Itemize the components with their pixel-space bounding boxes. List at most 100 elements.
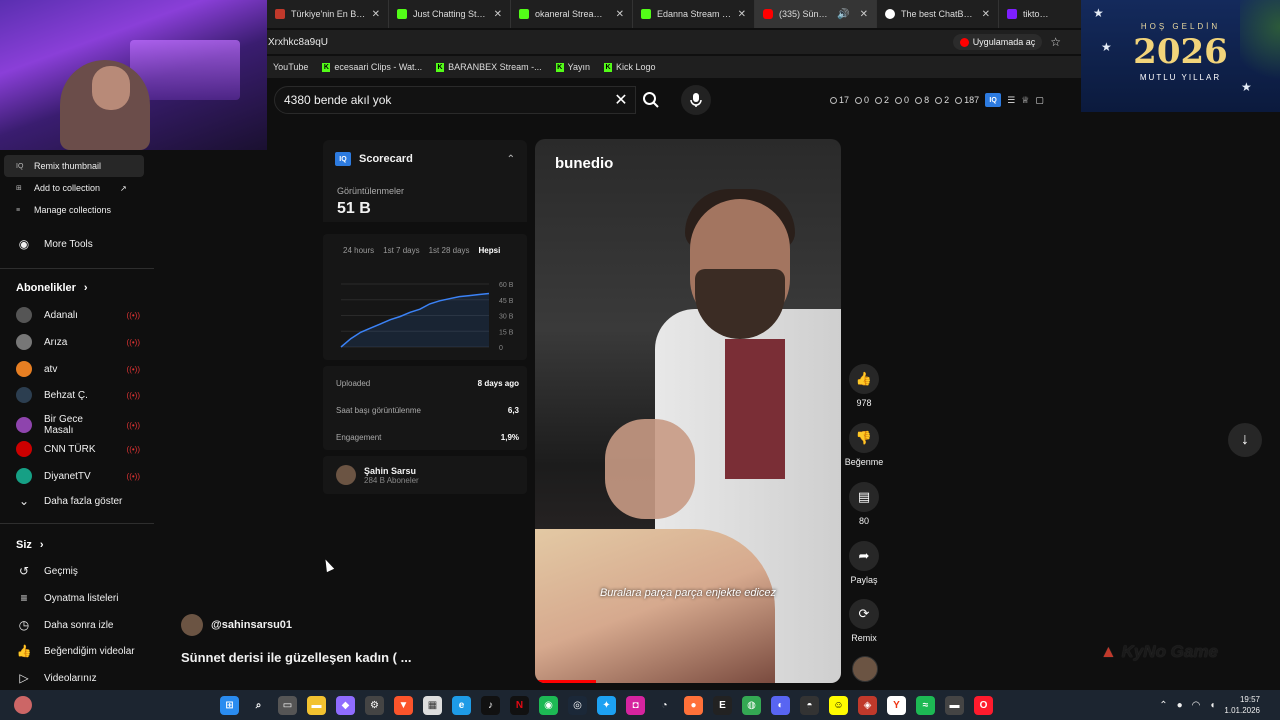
opera-icon[interactable]: O [974, 695, 993, 715]
open-in-app-button[interactable]: Uygulamada aç [952, 34, 1043, 50]
snapchat-icon[interactable]: ☺ [829, 695, 848, 715]
period-all[interactable]: Hepsi [479, 246, 501, 255]
scorecard-header[interactable]: IQ Scorecard ⌃ [323, 140, 527, 178]
channel-owner-row[interactable]: Şahin Sarsu 284 B Aboneler [323, 456, 527, 494]
discord-icon[interactable]: ◉ [539, 695, 558, 715]
period-28d[interactable]: 1st 28 days [429, 246, 470, 255]
chat-icon[interactable]: ▢ [1035, 95, 1044, 106]
copilot-icon[interactable]: ◆ [336, 695, 355, 715]
video-title[interactable]: Sünnet derisi ile güzelleşen kadın ( ... [181, 650, 411, 665]
window-icon[interactable]: ▬ [945, 695, 964, 715]
wifi-icon[interactable]: ◠ [1192, 700, 1201, 711]
trophy-icon[interactable]: ♕ [1021, 95, 1029, 106]
search-box[interactable]: ✕ [274, 86, 636, 114]
volume-icon[interactable]: ◖ [1209, 700, 1215, 711]
share-button[interactable]: ➦ Paylaş [843, 541, 885, 585]
close-icon[interactable]: ✕ [982, 9, 990, 20]
menu-lines-icon[interactable]: ☰ [1007, 95, 1015, 106]
browser-tab[interactable]: Türkiye'nin En Büyük ✕ [267, 0, 389, 28]
sidebar-item-subscription[interactable]: Arıza ((•)) [16, 334, 140, 350]
bookmark-item[interactable]: K Kick Logo [603, 62, 656, 72]
file-explorer-icon[interactable]: ▬ [307, 695, 326, 715]
spotify-icon[interactable]: ≈ [916, 695, 935, 715]
firefox-icon[interactable]: ● [684, 695, 703, 715]
address-bar[interactable]: Xrxhkc8a9qU Uygulamada aç ☆ [267, 30, 1081, 54]
instagram-icon[interactable]: ◘ [626, 695, 645, 715]
browser-tab[interactable]: The best ChatBot anc ✕ [877, 0, 999, 28]
brave-icon[interactable]: ▼ [394, 695, 413, 715]
browser-tab[interactable]: tiktok - Yahoo [999, 0, 1061, 28]
bookmark-item[interactable]: K BARANBEX Stream -... [436, 62, 542, 72]
netflix-icon[interactable]: N [510, 695, 529, 715]
epic-games-icon[interactable]: E [713, 695, 732, 715]
period-24h[interactable]: 24 hours [343, 246, 374, 255]
browser-tab[interactable]: Just Chatting Stream ✕ [389, 0, 511, 28]
video-progress-bar[interactable] [535, 680, 597, 683]
chrome-icon[interactable]: ◍ [742, 695, 761, 715]
subscriptions-heading[interactable]: Abonelikler › [16, 282, 88, 294]
chevron-up-icon[interactable]: ⌃ [507, 154, 515, 165]
you-heading[interactable]: Siz › [16, 539, 44, 551]
channel-avatar-button[interactable] [852, 656, 878, 682]
like-button[interactable]: 👍 978 [843, 364, 885, 408]
iq-extension-icon[interactable]: IQ [985, 93, 1002, 107]
period-7d[interactable]: 1st 7 days [383, 246, 419, 255]
browser-tab-active[interactable]: (335) Sünnet deri 🔊 ✕ [755, 0, 877, 28]
remix-button[interactable]: ⟳ Remix [843, 599, 885, 643]
bookmark-item[interactable]: K Yayın [555, 62, 590, 72]
edge-icon[interactable]: e [452, 695, 471, 715]
search-button[interactable] [636, 86, 666, 114]
sidebar-item-subscription[interactable]: Behzat Ç. ((•)) [16, 387, 140, 403]
sidebar-show-more[interactable]: ⌄ Daha fazla göster [16, 494, 140, 508]
sidebar-item-your-videos[interactable]: ▷ Videolarınız [16, 671, 140, 685]
steam-icon[interactable]: ◎ [568, 695, 587, 715]
sidebar-item-subscription[interactable]: atv ((•)) [16, 361, 140, 377]
url-text[interactable]: Xrxhkc8a9qU [267, 37, 953, 48]
speaker-icon[interactable]: 🔊 [837, 9, 849, 20]
clear-search-icon[interactable]: ✕ [607, 90, 635, 110]
bookmark-item[interactable]: Kecesaari Clips - Wat... [322, 62, 422, 72]
sidebar-item-subscription[interactable]: DiyanetTV ((•)) [16, 468, 140, 484]
sidebar-item-watch-later[interactable]: ◷ Daha sonra izle [16, 618, 140, 632]
tiktok-icon[interactable]: ♪ [481, 695, 500, 715]
comments-button[interactable]: ▤ 80 [843, 482, 885, 526]
windows-start-icon[interactable]: ⊞ [220, 695, 239, 715]
browser-tab[interactable]: Edanna Stream - Wat ✕ [633, 0, 755, 28]
chevron-up-icon[interactable]: ⌃ [1159, 700, 1167, 711]
dislike-button[interactable]: 👎 Beğenme [843, 423, 885, 467]
browser-tab[interactable]: okaneral Stream - Wa ✕ [511, 0, 633, 28]
close-icon[interactable]: ✕ [616, 9, 624, 20]
close-icon[interactable]: ✕ [372, 9, 380, 20]
shorts-video-player[interactable]: bunedio Buralara parça parça enjekte edi… [535, 139, 841, 683]
twitter-icon[interactable]: ✦ [597, 695, 616, 715]
menu-item-remix-thumbnail[interactable]: IQ Remix thumbnail [4, 155, 144, 177]
sidebar-item-liked-videos[interactable]: 👍 Beğendiğim videolar [16, 644, 140, 658]
github-icon[interactable]: ◓ [800, 695, 819, 715]
menu-item-manage-collections[interactable]: ≡ Manage collections [4, 199, 144, 221]
speedometer-icon[interactable]: ◔ [655, 696, 674, 715]
sidebar-item-subscription[interactable]: Bir Gece Masalı ((•)) [16, 414, 140, 436]
bookmark-item[interactable]: YouTube [273, 62, 308, 72]
store-icon[interactable]: ▦ [423, 695, 442, 715]
taskbar-avatar[interactable] [14, 696, 32, 714]
task-view-icon[interactable]: ▭ [278, 695, 297, 715]
bookmark-star-icon[interactable]: ☆ [1050, 35, 1061, 49]
system-clock[interactable]: 19:57 1.01.2026 [1224, 694, 1260, 716]
search-input[interactable] [284, 93, 607, 107]
discord-app-icon[interactable]: ◐ [771, 695, 790, 715]
sidebar-item-more-tools[interactable]: ◉ More Tools [16, 237, 140, 251]
yandex-icon[interactable]: Y [887, 695, 906, 715]
channel-handle-row[interactable]: @sahinsarsu01 [181, 614, 292, 636]
close-icon[interactable]: ✕ [860, 9, 868, 20]
shield-icon[interactable]: ◈ [858, 695, 877, 715]
voice-search-button[interactable] [681, 85, 711, 115]
sidebar-item-history[interactable]: ↺ Geçmiş [16, 564, 140, 578]
sidebar-item-playlists[interactable]: ≡ Oynatma listeleri [16, 591, 140, 605]
menu-item-add-to-collection[interactable]: ⊞ Add to collection ↗ [4, 177, 144, 199]
next-video-button[interactable]: ↓ [1228, 423, 1262, 457]
microphone-icon[interactable]: ● [1177, 700, 1183, 711]
sidebar-item-subscription[interactable]: Adanalı ((•)) [16, 307, 140, 323]
close-icon[interactable]: ✕ [494, 9, 502, 20]
close-icon[interactable]: ✕ [738, 9, 746, 20]
sidebar-item-subscription[interactable]: CNN TÜRK ((•)) [16, 441, 140, 457]
